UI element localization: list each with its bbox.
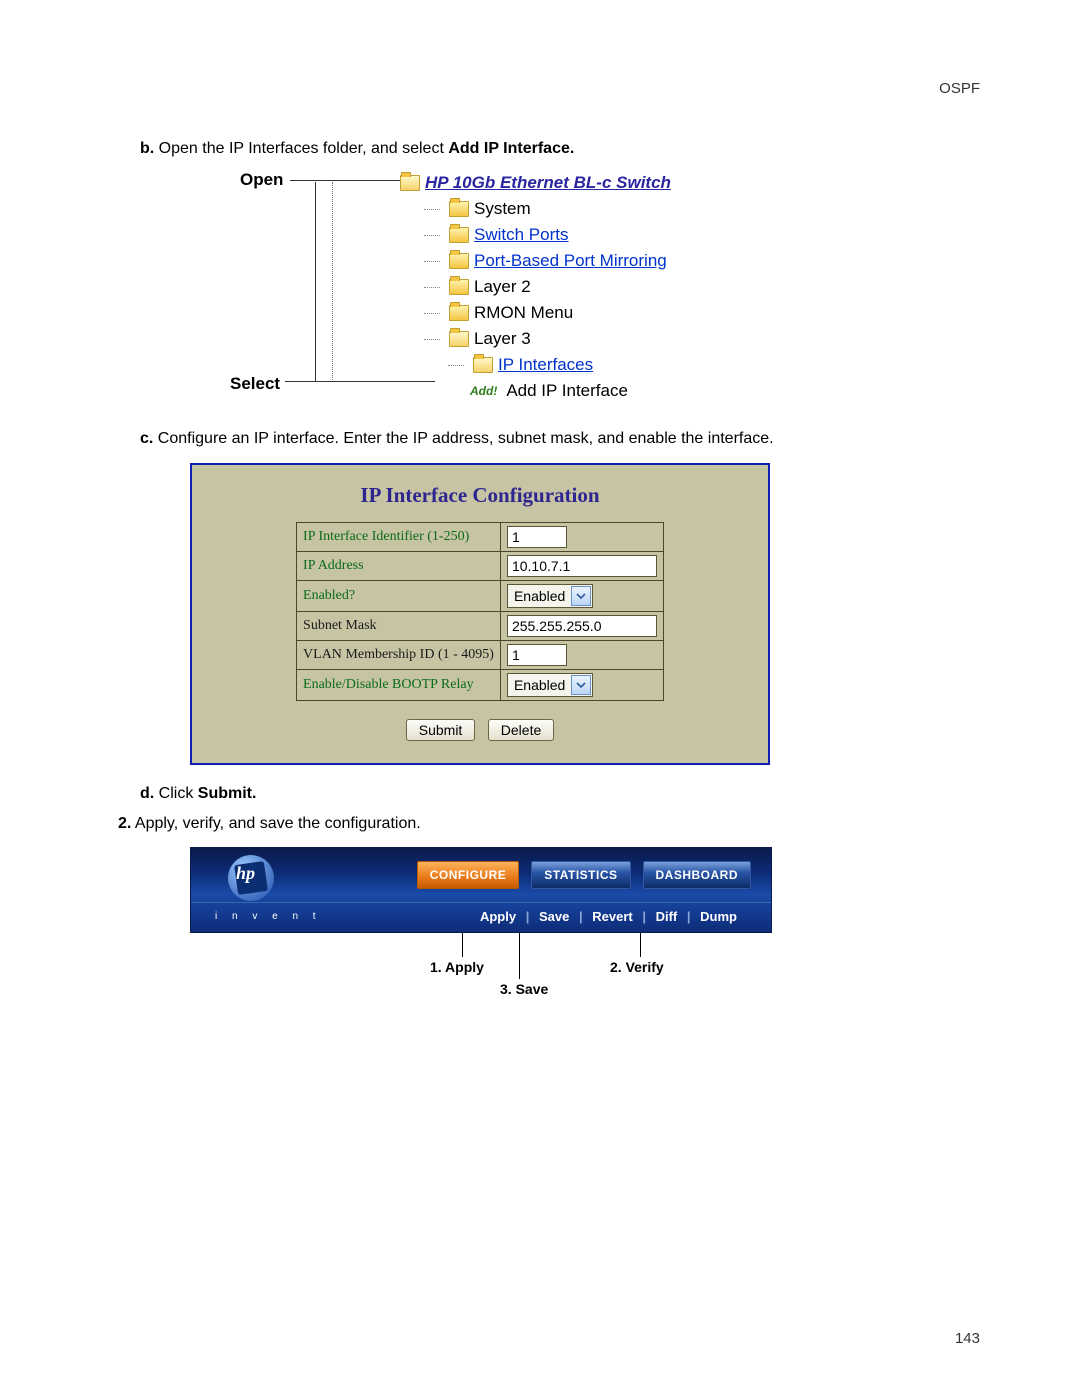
folder-icon (449, 279, 469, 295)
hp-invent-label: i n v e n t (191, 911, 322, 922)
step-d-bold: Submit. (198, 785, 257, 802)
chevron-down-icon (571, 675, 591, 695)
step-b: b. Open the IP Interfaces folder, and se… (140, 140, 980, 158)
sublink-diff[interactable]: Diff (656, 909, 678, 924)
bullet-2: 2. (118, 815, 131, 832)
hp-toolbar: hp CONFIGURE STATISTICS DASHBOARD i n v … (190, 847, 772, 933)
callouts: 1. Apply 2. Verify 3. Save (190, 933, 770, 1003)
tree-label-open: Open (240, 170, 283, 190)
step-b-bold: Add IP Interface. (448, 140, 574, 157)
bullet-b: b. (140, 140, 154, 157)
folder-open-icon (473, 357, 493, 373)
page-number: 143 (955, 1330, 980, 1347)
label-ip: IP Address (297, 552, 501, 581)
tree-item-add-ip-interface[interactable]: Add! Add IP Interface (470, 378, 671, 404)
folder-icon (449, 201, 469, 217)
select-enabled[interactable]: Enabled (507, 584, 593, 608)
tree-root[interactable]: HP 10Gb Ethernet BL-c Switch (400, 170, 671, 196)
callout-save: 3. Save (500, 981, 548, 997)
step-c: c. Configure an IP interface. Enter the … (140, 430, 980, 448)
step-c-text: Configure an IP interface. Enter the IP … (158, 430, 774, 447)
label-enabled: Enabled? (297, 581, 501, 612)
tree-item-ip-interfaces[interactable]: IP Interfaces (448, 352, 671, 378)
label-vlan: VLAN Membership ID (1 - 4095) (297, 641, 501, 670)
tree-item-port-mirroring[interactable]: Port-Based Port Mirroring (424, 248, 671, 274)
tree-item-layer2[interactable]: Layer 2 (424, 274, 671, 300)
step-2: 2. Apply, verify, and save the configura… (118, 815, 980, 833)
select-bootp[interactable]: Enabled (507, 673, 593, 697)
step-2-text: Apply, verify, and save the configuratio… (135, 815, 421, 832)
tree-root-label: HP 10Gb Ethernet BL-c Switch (425, 173, 671, 193)
folder-open-icon (400, 175, 420, 191)
tree-item-switch-ports[interactable]: Switch Ports (424, 222, 671, 248)
sublink-revert[interactable]: Revert (592, 909, 632, 924)
tree-figure: Open Select HP 10Gb Ethernet BL-c Switch… (240, 170, 980, 410)
ip-interface-panel: IP Interface Configuration IP Interface … (190, 463, 770, 765)
folder-open-icon (449, 331, 469, 347)
step-b-text: Open the IP Interfaces folder, and selec… (159, 140, 449, 157)
input-ip[interactable] (507, 555, 657, 577)
chevron-down-icon (571, 586, 591, 606)
tab-statistics[interactable]: STATISTICS (531, 861, 630, 889)
callout-apply: 1. Apply (430, 959, 484, 975)
input-mask[interactable] (507, 615, 657, 637)
sublink-dump[interactable]: Dump (700, 909, 737, 924)
tree-label-select: Select (230, 374, 280, 394)
hp-sublinks: Apply | Save | Revert | Diff | Dump (476, 909, 741, 924)
config-form: IP Interface Identifier (1-250) IP Addre… (296, 522, 664, 701)
tab-configure[interactable]: CONFIGURE (417, 861, 520, 889)
add-badge-icon: Add! (470, 384, 497, 398)
step-d-text: Click (159, 785, 198, 802)
tree-item-rmon[interactable]: RMON Menu (424, 300, 671, 326)
sublink-save[interactable]: Save (539, 909, 569, 924)
tree-item-layer3[interactable]: Layer 3 (424, 326, 671, 352)
hp-logo: hp (191, 855, 311, 895)
sublink-apply[interactable]: Apply (480, 909, 516, 924)
panel-title: IP Interface Configuration (204, 483, 756, 508)
input-vlan[interactable] (507, 644, 567, 666)
delete-button[interactable]: Delete (488, 719, 554, 741)
folder-icon (449, 227, 469, 243)
bullet-d: d. (140, 785, 154, 802)
section-header: OSPF (939, 80, 980, 97)
step-d: d. Click Submit. (140, 785, 980, 803)
tab-dashboard[interactable]: DASHBOARD (643, 861, 752, 889)
hp-logo-icon: hp (228, 855, 274, 901)
submit-button[interactable]: Submit (406, 719, 476, 741)
folder-icon (449, 305, 469, 321)
bullet-c: c. (140, 430, 153, 447)
folder-icon (449, 253, 469, 269)
label-id: IP Interface Identifier (1-250) (297, 523, 501, 552)
input-id[interactable] (507, 526, 567, 548)
label-mask: Subnet Mask (297, 612, 501, 641)
label-bootp: Enable/Disable BOOTP Relay (297, 670, 501, 701)
callout-verify: 2. Verify (610, 959, 664, 975)
tree-item-system[interactable]: System (424, 196, 671, 222)
